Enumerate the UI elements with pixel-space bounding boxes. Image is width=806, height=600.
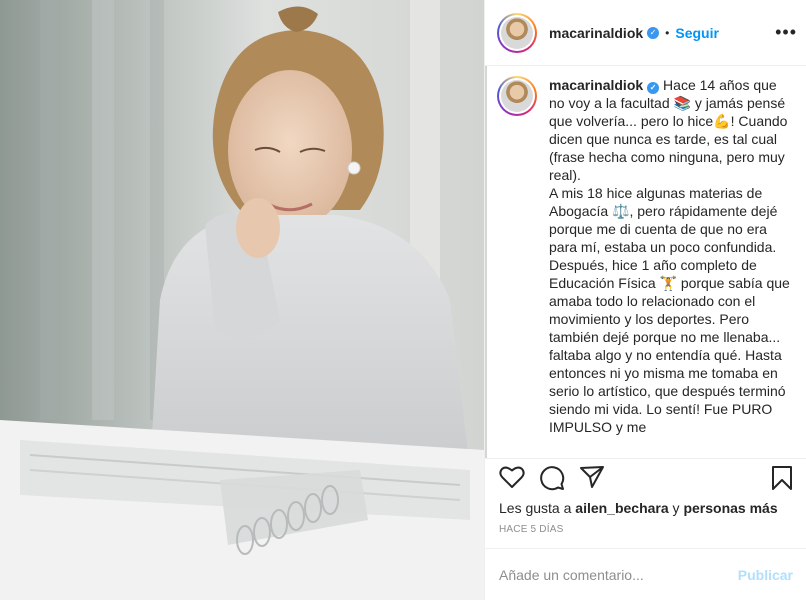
likes-summary: Les gusta a ailen_bechara y personas más [499, 500, 778, 516]
post-panel: macarinaldiok ✓ • Seguir ••• macarinaldi… [484, 0, 806, 600]
likes-middle: y [668, 500, 684, 516]
caption-avatar[interactable] [497, 76, 537, 116]
caption-area: macarinaldiok ✓ Hace 14 años que no voy a… [485, 66, 806, 458]
likes-prefix: Les gusta a [499, 500, 576, 516]
likes-user-link[interactable]: ailen_bechara [575, 500, 668, 516]
header-username[interactable]: macarinaldiok [549, 25, 643, 41]
avatar[interactable] [497, 12, 537, 53]
separator-dot: • [665, 25, 670, 40]
caption-avatar-image [501, 80, 533, 112]
more-options-icon[interactable]: ••• [775, 22, 797, 43]
heart-icon[interactable] [499, 465, 525, 489]
caption-text: Hace 14 años que no voy a la facultad 📚 … [549, 77, 790, 435]
avatar-image [501, 16, 533, 49]
publish-button[interactable]: Publicar [738, 567, 793, 583]
post-photo[interactable] [0, 0, 484, 600]
action-bar [485, 458, 806, 494]
photo-illustration [0, 0, 484, 600]
follow-button[interactable]: Seguir [675, 25, 719, 41]
verified-badge-icon: ✓ [647, 26, 660, 39]
comment-input[interactable] [499, 566, 738, 583]
caption-username[interactable]: macarinaldiok [549, 77, 643, 93]
bookmark-icon[interactable] [771, 465, 793, 491]
caption: macarinaldiok ✓ Hace 14 años que no voy a… [549, 76, 793, 458]
share-icon[interactable] [579, 465, 605, 489]
post-timestamp[interactable]: HACE 5 DÍAS [499, 524, 563, 535]
caption-verified-icon: ✓ [647, 82, 660, 94]
likes-others-link[interactable]: personas más [683, 500, 777, 516]
post-header: macarinaldiok ✓ • Seguir ••• [485, 0, 806, 66]
comment-form: Publicar [485, 548, 806, 600]
comment-icon[interactable] [539, 465, 565, 491]
